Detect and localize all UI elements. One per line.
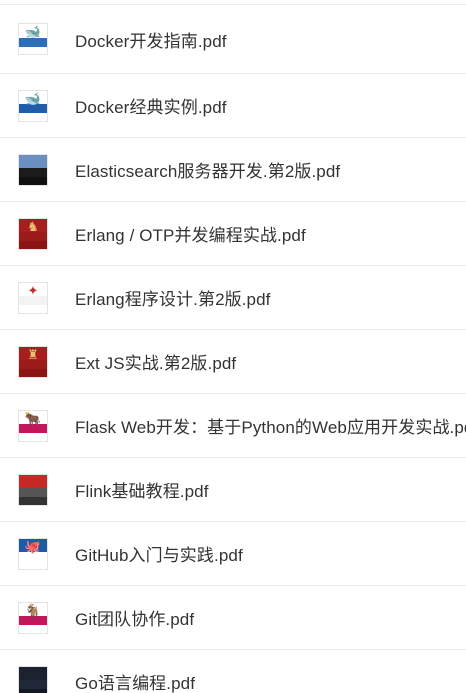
cover-art-icon: 🐐 [24,603,42,619]
red-book-cover-icon: ♜ [18,345,48,378]
cover-art-icon: ♜ [27,347,39,363]
file-name: Erlang / OTP并发编程实战.pdf [75,226,306,245]
animal-book-cover-icon: 🐂 [18,409,48,442]
octocat-book-cover-icon: 🐙 [18,537,48,570]
file-thumbnail: ♞ [16,217,50,251]
file-name: Ext JS实战.第2版.pdf [75,354,237,373]
cover-art-icon: ♞ [27,219,39,235]
cover-art-icon: 🐋 [24,91,42,107]
dark-book-cover-icon [18,153,48,186]
file-name: Docker经典实例.pdf [75,98,227,117]
cover-art-icon: 🐙 [24,539,42,555]
file-list-item[interactable]: 🐙 GitHub入门与实践.pdf [0,522,466,586]
cover-art-icon: 🐂 [24,411,42,427]
file-list-item[interactable]: Flink基础教程.pdf [0,458,466,522]
file-name: Git团队协作.pdf [75,610,195,629]
file-name: Erlang程序设计.第2版.pdf [75,290,271,309]
whale-book-cover-icon: 🐋 [18,89,48,122]
red-book-cover-icon [18,473,48,506]
file-thumbnail: ✦ [16,281,50,315]
file-name: GitHub入门与实践.pdf [75,546,243,565]
file-thumbnail: 🐐 [16,601,50,635]
file-name: Flink基础教程.pdf [75,482,209,501]
white-book-cover-icon: ✦ [18,281,48,314]
file-name: Elasticsearch服务器开发.第2版.pdf [75,162,341,181]
file-list-item[interactable]: ♞ Erlang / OTP并发编程实战.pdf [0,202,466,266]
file-thumbnail: 🐙 [16,537,50,571]
file-thumbnail [16,665,50,693]
file-name: Docker开发指南.pdf [75,31,227,51]
file-thumbnail [16,473,50,507]
file-list-item[interactable]: ♜ Ext JS实战.第2版.pdf [0,330,466,394]
file-list-item[interactable]: 🐋 Docker开发指南.pdf [0,4,466,74]
file-list-item[interactable]: Go语言编程.pdf [0,650,466,693]
file-list: 🐋 Docker开发指南.pdf 🐋 Docker经典实例.pdf Elasticsea… [0,0,466,693]
whale-book-cover-icon: 🐋 [18,23,48,55]
animal-book-cover-icon: 🐐 [18,601,48,634]
file-list-item[interactable]: 🐐 Git团队协作.pdf [0,586,466,650]
file-thumbnail: 🐂 [16,409,50,443]
cover-art-icon: ✦ [27,283,39,299]
file-list-item[interactable]: ✦ Erlang程序设计.第2版.pdf [0,266,466,330]
red-book-cover-icon: ♞ [18,217,48,250]
file-name: Flask Web开发：基于Python的Web应用开发实战.pdf [75,418,466,437]
file-list-item[interactable]: 🐋 Docker经典实例.pdf [0,74,466,138]
file-name: Go语言编程.pdf [75,674,196,693]
dark-book-cover-icon [18,665,48,693]
file-thumbnail: 🐋 [16,22,50,56]
file-list-item[interactable]: 🐂 Flask Web开发：基于Python的Web应用开发实战.pdf [0,394,466,458]
cover-art-icon: 🐋 [24,25,42,40]
file-thumbnail: 🐋 [16,89,50,123]
file-thumbnail [16,153,50,187]
file-thumbnail: ♜ [16,345,50,379]
file-list-item[interactable]: Elasticsearch服务器开发.第2版.pdf [0,138,466,202]
